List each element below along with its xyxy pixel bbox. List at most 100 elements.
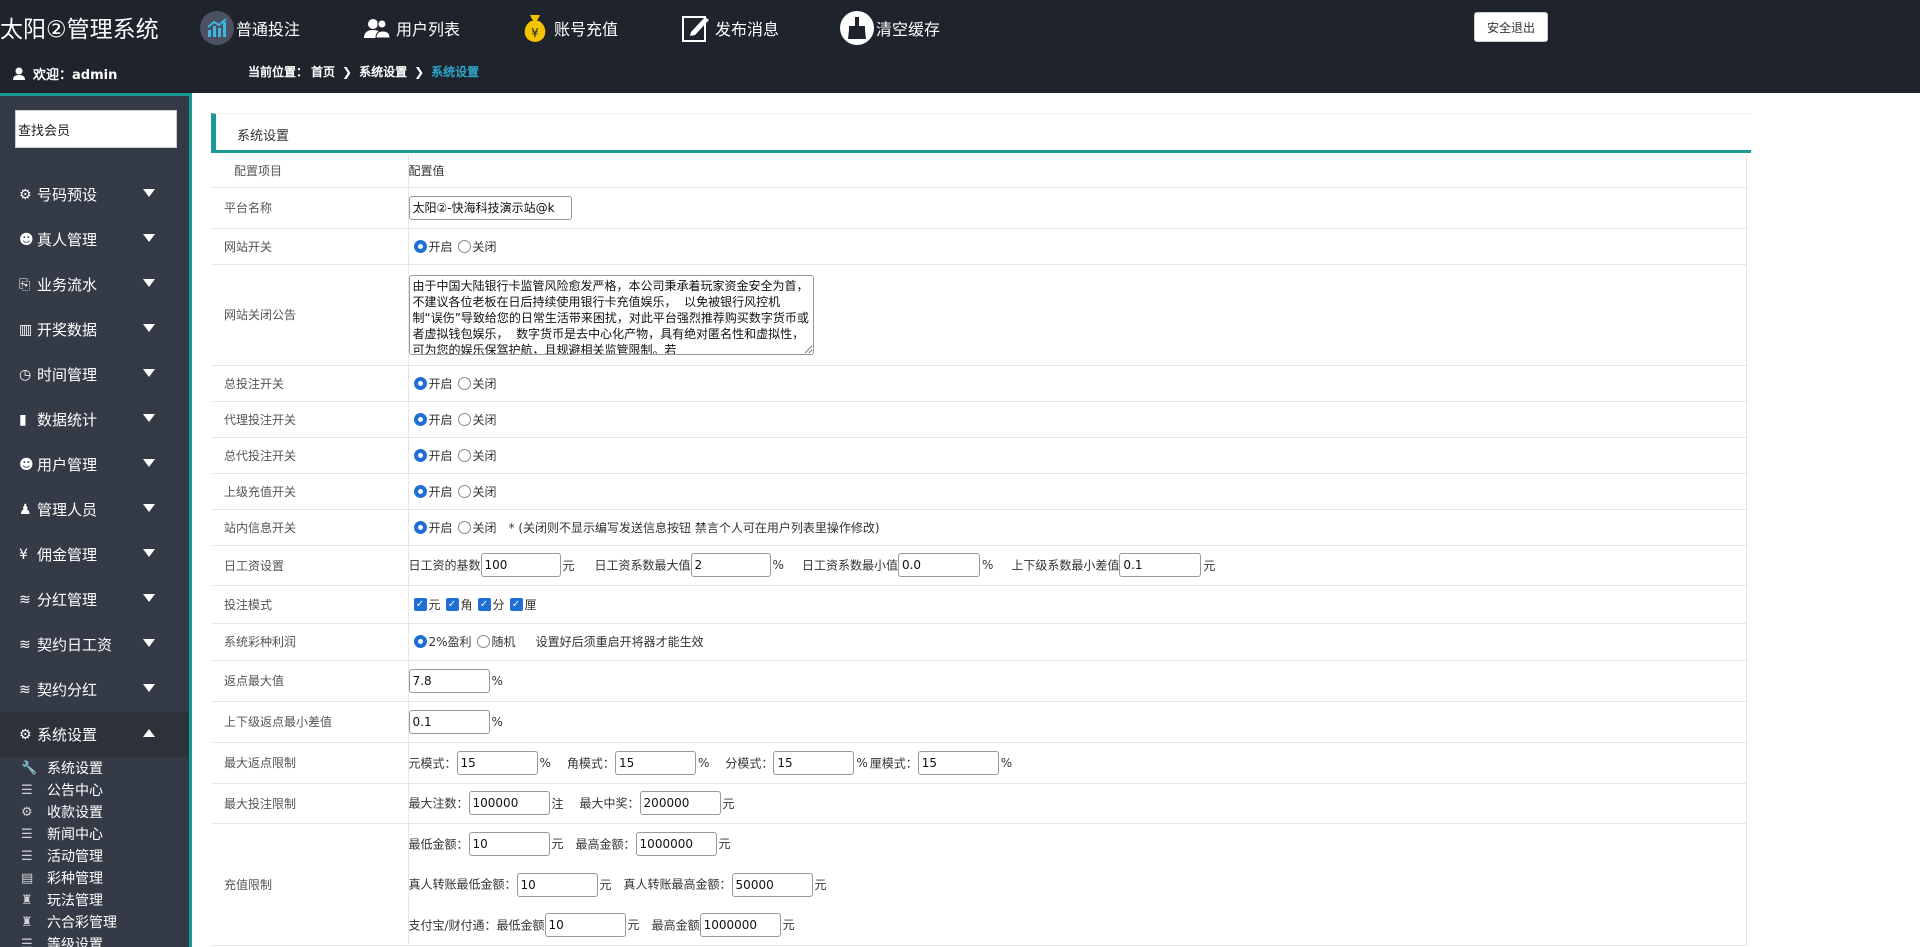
row-site-switch: 网站开关 开启 关闭: [212, 228, 1747, 265]
recharge-min-input[interactable]: [468, 832, 550, 856]
row-platform-name: 平台名称: [212, 187, 1747, 229]
radio-off[interactable]: [457, 239, 471, 253]
recharge-line-1: 最低金额：元最高金额：元: [409, 824, 1747, 865]
rebate-max-input[interactable]: [408, 668, 490, 693]
logout-button[interactable]: 安全退出: [1474, 12, 1548, 42]
rebate-li-input[interactable]: [917, 750, 999, 775]
unit-label: 元: [1203, 558, 1216, 573]
max-win-input[interactable]: [639, 791, 721, 815]
row-label: 最大投注限制: [212, 783, 409, 824]
submenu-item-levels[interactable]: ☰ 等级设置: [21, 933, 103, 947]
row-bet-mode: 投注模式 ✓ 元 ✓ 角 ✓ 分 ✓ 厘: [212, 585, 1747, 624]
pay-min-input[interactable]: [544, 913, 626, 937]
submenu-item-notices[interactable]: ☰ 公告中心: [21, 779, 103, 801]
sidebar-item-lottery-data[interactable]: ▥ 开奖数据: [0, 307, 189, 352]
close-notice-textarea[interactable]: 由于中国大陆银行卡监管风险愈发严格，本公司秉承着玩家资金安全为首，不建议各位老板…: [408, 274, 814, 355]
checkbox-fen[interactable]: ✓: [477, 597, 491, 611]
sidebar-item-number-preset[interactable]: ⚙ 号码预设: [0, 172, 189, 217]
radio-label: 关闭: [472, 448, 497, 463]
radio-on[interactable]: [413, 376, 427, 390]
sidebar-item-time[interactable]: ◷ 时间管理: [0, 352, 189, 397]
unit-label: %: [856, 755, 868, 770]
breadcrumb-home[interactable]: 首页: [311, 63, 335, 80]
max-bet-count-input[interactable]: [468, 791, 550, 815]
checkbox-jiao[interactable]: ✓: [445, 597, 459, 611]
live-min-input[interactable]: [516, 872, 598, 897]
submenu-item-mark-six[interactable]: ♜ 六合彩管理: [21, 911, 117, 933]
radio-on[interactable]: [413, 448, 427, 462]
sidebar-item-label: 号码预设: [37, 186, 98, 204]
sidebar-item-contract-dividend[interactable]: ≋ 契约分红: [0, 667, 189, 712]
rebate-jiao-input[interactable]: [614, 750, 696, 775]
sidebar-item-system-settings[interactable]: ⚙ 系统设置: [0, 712, 189, 757]
submenu-item-label: 收款设置: [47, 805, 103, 821]
sidebar-item-label: 分红管理: [37, 591, 98, 609]
daily-wage-diff-input[interactable]: [1119, 553, 1202, 577]
daily-wage-min-input[interactable]: [897, 553, 980, 577]
caret-down-icon: [143, 594, 155, 602]
rebate-fen-input[interactable]: [773, 750, 855, 775]
radio-profit[interactable]: [413, 635, 427, 648]
daily-wage-base-input[interactable]: [480, 553, 561, 577]
nav-publish-label: 发布消息: [715, 20, 780, 39]
submenu-item-play-methods[interactable]: ♜ 玩法管理: [21, 889, 103, 911]
sidebar-item-label: 时间管理: [37, 366, 98, 384]
nav-bet[interactable]: 普通投注: [200, 11, 300, 45]
caret-up-icon: [143, 729, 155, 737]
sidebar-item-dividend[interactable]: ≋ 分红管理: [0, 577, 189, 622]
radio-off[interactable]: [457, 484, 471, 498]
live-max-input[interactable]: [731, 872, 813, 897]
sidebar-item-label: 数据统计: [37, 411, 98, 429]
radio-on[interactable]: [413, 484, 427, 498]
sidebar-item-flow[interactable]: ⎘ 业务流水: [0, 262, 189, 307]
submenu-item-system-settings[interactable]: 🔧 系统设置: [21, 757, 103, 779]
unit-label: %: [491, 714, 503, 729]
sidebar-item-admins[interactable]: ♟ 管理人员: [0, 487, 189, 532]
radio-label: 开启: [428, 448, 453, 463]
recharge-max-input[interactable]: [635, 832, 717, 856]
sidebar-item-contract-wage[interactable]: ≋ 契约日工资: [0, 622, 189, 667]
nav-clear-cache[interactable]: 清空缓存: [840, 11, 940, 45]
sidebar-item-stats[interactable]: ▮ 数据统计: [0, 397, 189, 442]
field-label: 元模式：: [408, 756, 457, 770]
row-upper-recharge-switch: 上级充值开关 开启 关闭: [212, 473, 1747, 510]
top-bar: 太阳②管理系统 普通投注 用户列表 ¥ 账号充值 发布消息 清空缓存 安全退出 …: [0, 0, 1920, 93]
nav-publish[interactable]: 发布消息: [679, 11, 779, 45]
radio-off[interactable]: [457, 520, 471, 534]
field-label: 最大中奖：: [579, 796, 640, 811]
platform-name-input[interactable]: [408, 195, 572, 220]
submenu-item-activity[interactable]: ☰ 活动管理: [21, 845, 103, 867]
daily-wage-max-input[interactable]: [690, 553, 771, 577]
unit-label: %: [697, 755, 710, 770]
radio-on[interactable]: [413, 239, 427, 253]
member-search[interactable]: 查找会员: [15, 110, 177, 148]
sidebar-item-live[interactable]: ☻ 真人管理: [0, 217, 189, 262]
sidebar-item-users[interactable]: ☻ 用户管理: [0, 442, 189, 487]
checkbox-label: 元: [428, 597, 441, 612]
checkbox-yuan[interactable]: ✓: [413, 597, 427, 611]
submenu-item-news[interactable]: ☰ 新闻中心: [21, 823, 103, 845]
sidebar: 查找会员 ⚙ 号码预设 ☻ 真人管理 ⎘ 业务流水 ▥ 开奖数据 ◷ 时间管理 ▮ 数据统计…: [0, 93, 192, 947]
row-label: 总投注开关: [212, 365, 409, 402]
radio-off[interactable]: [457, 376, 471, 390]
sidebar-item-label: 佣金管理: [37, 546, 98, 564]
nav-users[interactable]: 用户列表: [360, 11, 460, 45]
submenu-item-lottery-types[interactable]: ▤ 彩种管理: [21, 867, 103, 889]
radio-on[interactable]: [413, 412, 427, 426]
radio-on[interactable]: [413, 520, 427, 534]
breadcrumb-parent[interactable]: 系统设置: [359, 63, 407, 80]
submenu-item-payment[interactable]: ⚙ 收款设置: [21, 801, 103, 823]
unit-label: 元: [782, 918, 795, 932]
radio-random[interactable]: [476, 635, 490, 648]
radio-off[interactable]: [457, 448, 471, 462]
radio-off[interactable]: [457, 412, 471, 426]
caret-down-icon: [143, 459, 155, 467]
breadcrumb: 当前位置： 首页 ❯ 系统设置 ❯ 系统设置: [248, 63, 479, 80]
rebate-yuan-input[interactable]: [456, 750, 538, 775]
rebate-diff-input[interactable]: [408, 709, 490, 734]
pay-max-input[interactable]: [699, 913, 781, 937]
unit-label: %: [539, 755, 551, 770]
nav-recharge[interactable]: ¥ 账号充值: [518, 11, 618, 45]
checkbox-li[interactable]: ✓: [509, 597, 523, 611]
sidebar-item-commission[interactable]: ¥ 佣金管理: [0, 532, 189, 577]
